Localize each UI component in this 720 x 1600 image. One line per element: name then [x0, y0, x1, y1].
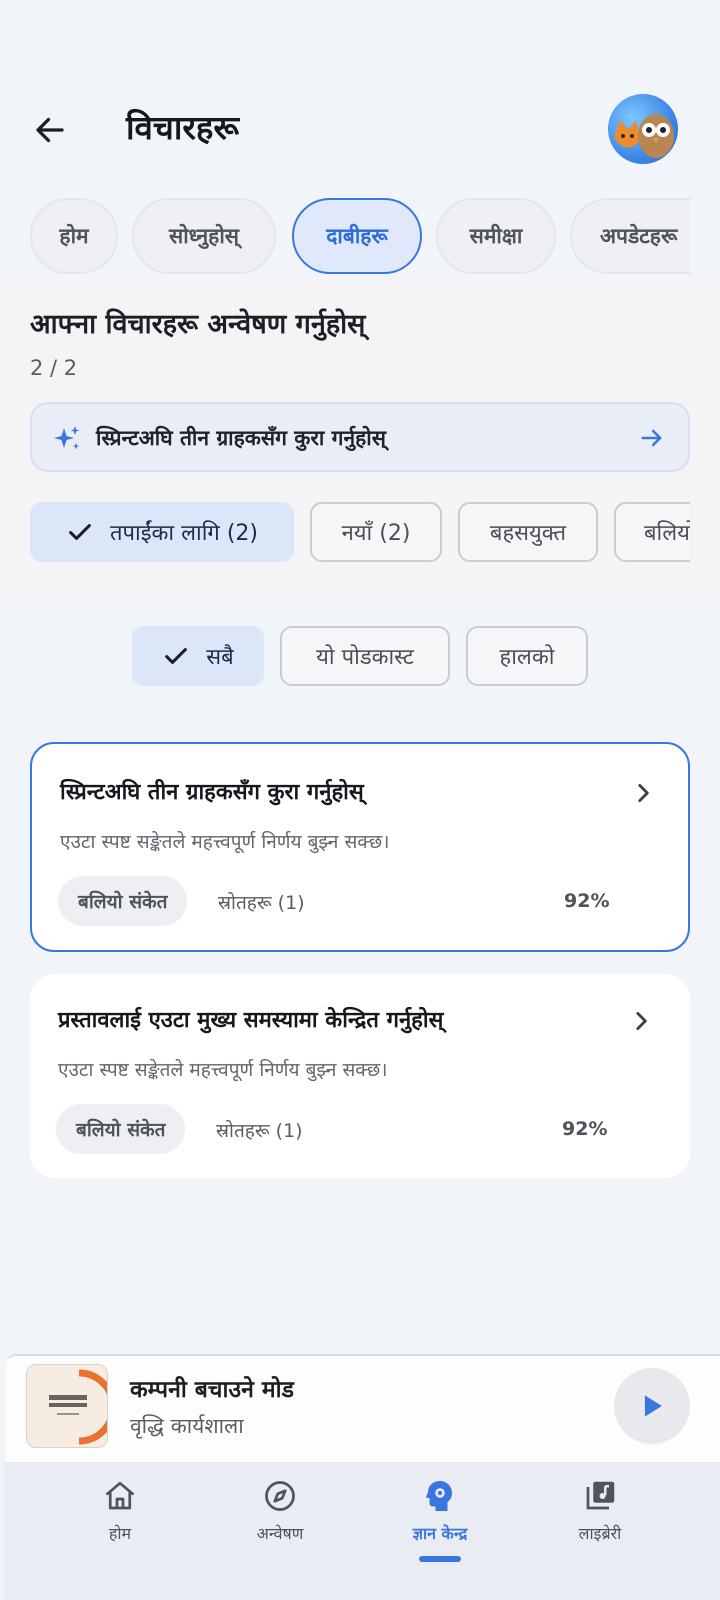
- chip-new[interactable]: नयाँ (2): [310, 502, 442, 562]
- chevron-right-icon: [638, 784, 649, 802]
- chip-label: सबै: [206, 645, 234, 670]
- brain-gear-icon: [425, 1481, 452, 1511]
- tab-review[interactable]: समीक्षा: [436, 198, 556, 274]
- library-music-icon: [586, 1481, 615, 1510]
- nav-label: होम: [108, 1524, 132, 1543]
- suggestion-text: स्प्रिन्टअघि तीन ग्राहकसँग कुरा गर्नुहोस…: [96, 426, 386, 450]
- episode-cover: [26, 1364, 108, 1448]
- chip-this-podcast[interactable]: यो पोडकास्ट: [280, 626, 450, 686]
- strength-badge: बलियो संकेत: [58, 876, 188, 926]
- top-tabs: होम सोध्नुहोस् दाबीहरू समीक्षा अपडेटहरू: [0, 198, 690, 278]
- sources-link[interactable]: स्रोतहरू (1): [218, 889, 305, 915]
- chip-strong[interactable]: बलियो: [614, 502, 690, 562]
- result-counter: 2 / 2: [30, 356, 78, 380]
- nav-explore[interactable]: अन्वेषण: [210, 1478, 350, 1544]
- sources-link[interactable]: स्रोतहरू (1): [216, 1117, 303, 1143]
- nav-label: ज्ञान केन्द्र: [412, 1524, 468, 1543]
- sparkle-icon: [54, 426, 80, 450]
- chip-recent[interactable]: हालको: [466, 626, 588, 686]
- cover-art-icon: [49, 1369, 107, 1445]
- play-icon: [644, 1395, 662, 1417]
- mini-player[interactable]: [6, 1354, 720, 1462]
- nav-label: लाइब्रेरी: [578, 1524, 622, 1543]
- page-title: विचारहरू: [126, 108, 240, 147]
- back-button[interactable]: [24, 104, 76, 156]
- play-button[interactable]: [614, 1368, 690, 1444]
- chip-all[interactable]: सबै: [132, 626, 264, 686]
- card-description: एउटा स्पष्ट सङ्केतले महत्त्वपूर्ण निर्णय…: [58, 1059, 388, 1081]
- chip-debated[interactable]: बहसयुक्त: [458, 502, 598, 562]
- nav-library[interactable]: लाइब्रेरी: [530, 1478, 670, 1544]
- claim-card[interactable]: प्रस्तावलाई एउटा मुख्य समस्यामा केन्द्रि…: [30, 974, 690, 1178]
- nav-label: अन्वेषण: [256, 1524, 304, 1543]
- check-icon: [69, 524, 91, 540]
- check-icon: [165, 648, 188, 664]
- confidence-value: 92%: [562, 1118, 608, 1140]
- tab-home[interactable]: होम: [30, 198, 118, 274]
- chip-label: तपाईंका लागि (2): [110, 521, 258, 546]
- card-title: स्प्रिन्टअघि तीन ग्राहकसँग कुरा गर्नुहोस…: [60, 780, 364, 805]
- compass-icon: [265, 1481, 295, 1511]
- player-subtitle: वृद्धि कार्यशाला: [130, 1414, 244, 1438]
- nav-home[interactable]: होम: [50, 1478, 190, 1544]
- card-title: प्रस्तावलाई एउटा मुख्य समस्यामा केन्द्रि…: [58, 1008, 444, 1033]
- strength-badge: बलियो संकेत: [56, 1104, 186, 1154]
- active-tab-indicator: [419, 1556, 461, 1562]
- tab-ask[interactable]: सोध्नुहोस्: [132, 198, 276, 274]
- chip-for-you[interactable]: तपाईंका लागि (2): [30, 502, 294, 562]
- home-icon: [105, 1481, 135, 1510]
- fox-owl-avatar-icon: [614, 114, 674, 158]
- nav-knowledge-center[interactable]: ज्ञान केन्द्र: [370, 1478, 510, 1544]
- arrow-right-icon[interactable]: [638, 424, 666, 452]
- avatar[interactable]: [608, 94, 678, 164]
- player-title: कम्पनी बचाउने मोड: [130, 1377, 294, 1403]
- confidence-value: 92%: [564, 890, 610, 912]
- arrow-left-icon: [36, 117, 64, 143]
- card-description: एउटा स्पष्ट सङ्केतले महत्त्वपूर्ण निर्णय…: [60, 831, 390, 853]
- tab-updates[interactable]: अपडेटहरू: [570, 198, 690, 274]
- claim-card[interactable]: स्प्रिन्टअघि तीन ग्राहकसँग कुरा गर्नुहोस…: [30, 742, 690, 952]
- chevron-right-icon: [636, 1012, 647, 1030]
- tab-claims[interactable]: दाबीहरू: [292, 198, 422, 274]
- primary-filter-chips: तपाईंका लागि (2) नयाँ (2) बहसयुक्त बलियो: [0, 502, 690, 566]
- explore-title: आफ्ना विचारहरू अन्वेषण गर्नुहोस्: [30, 309, 366, 340]
